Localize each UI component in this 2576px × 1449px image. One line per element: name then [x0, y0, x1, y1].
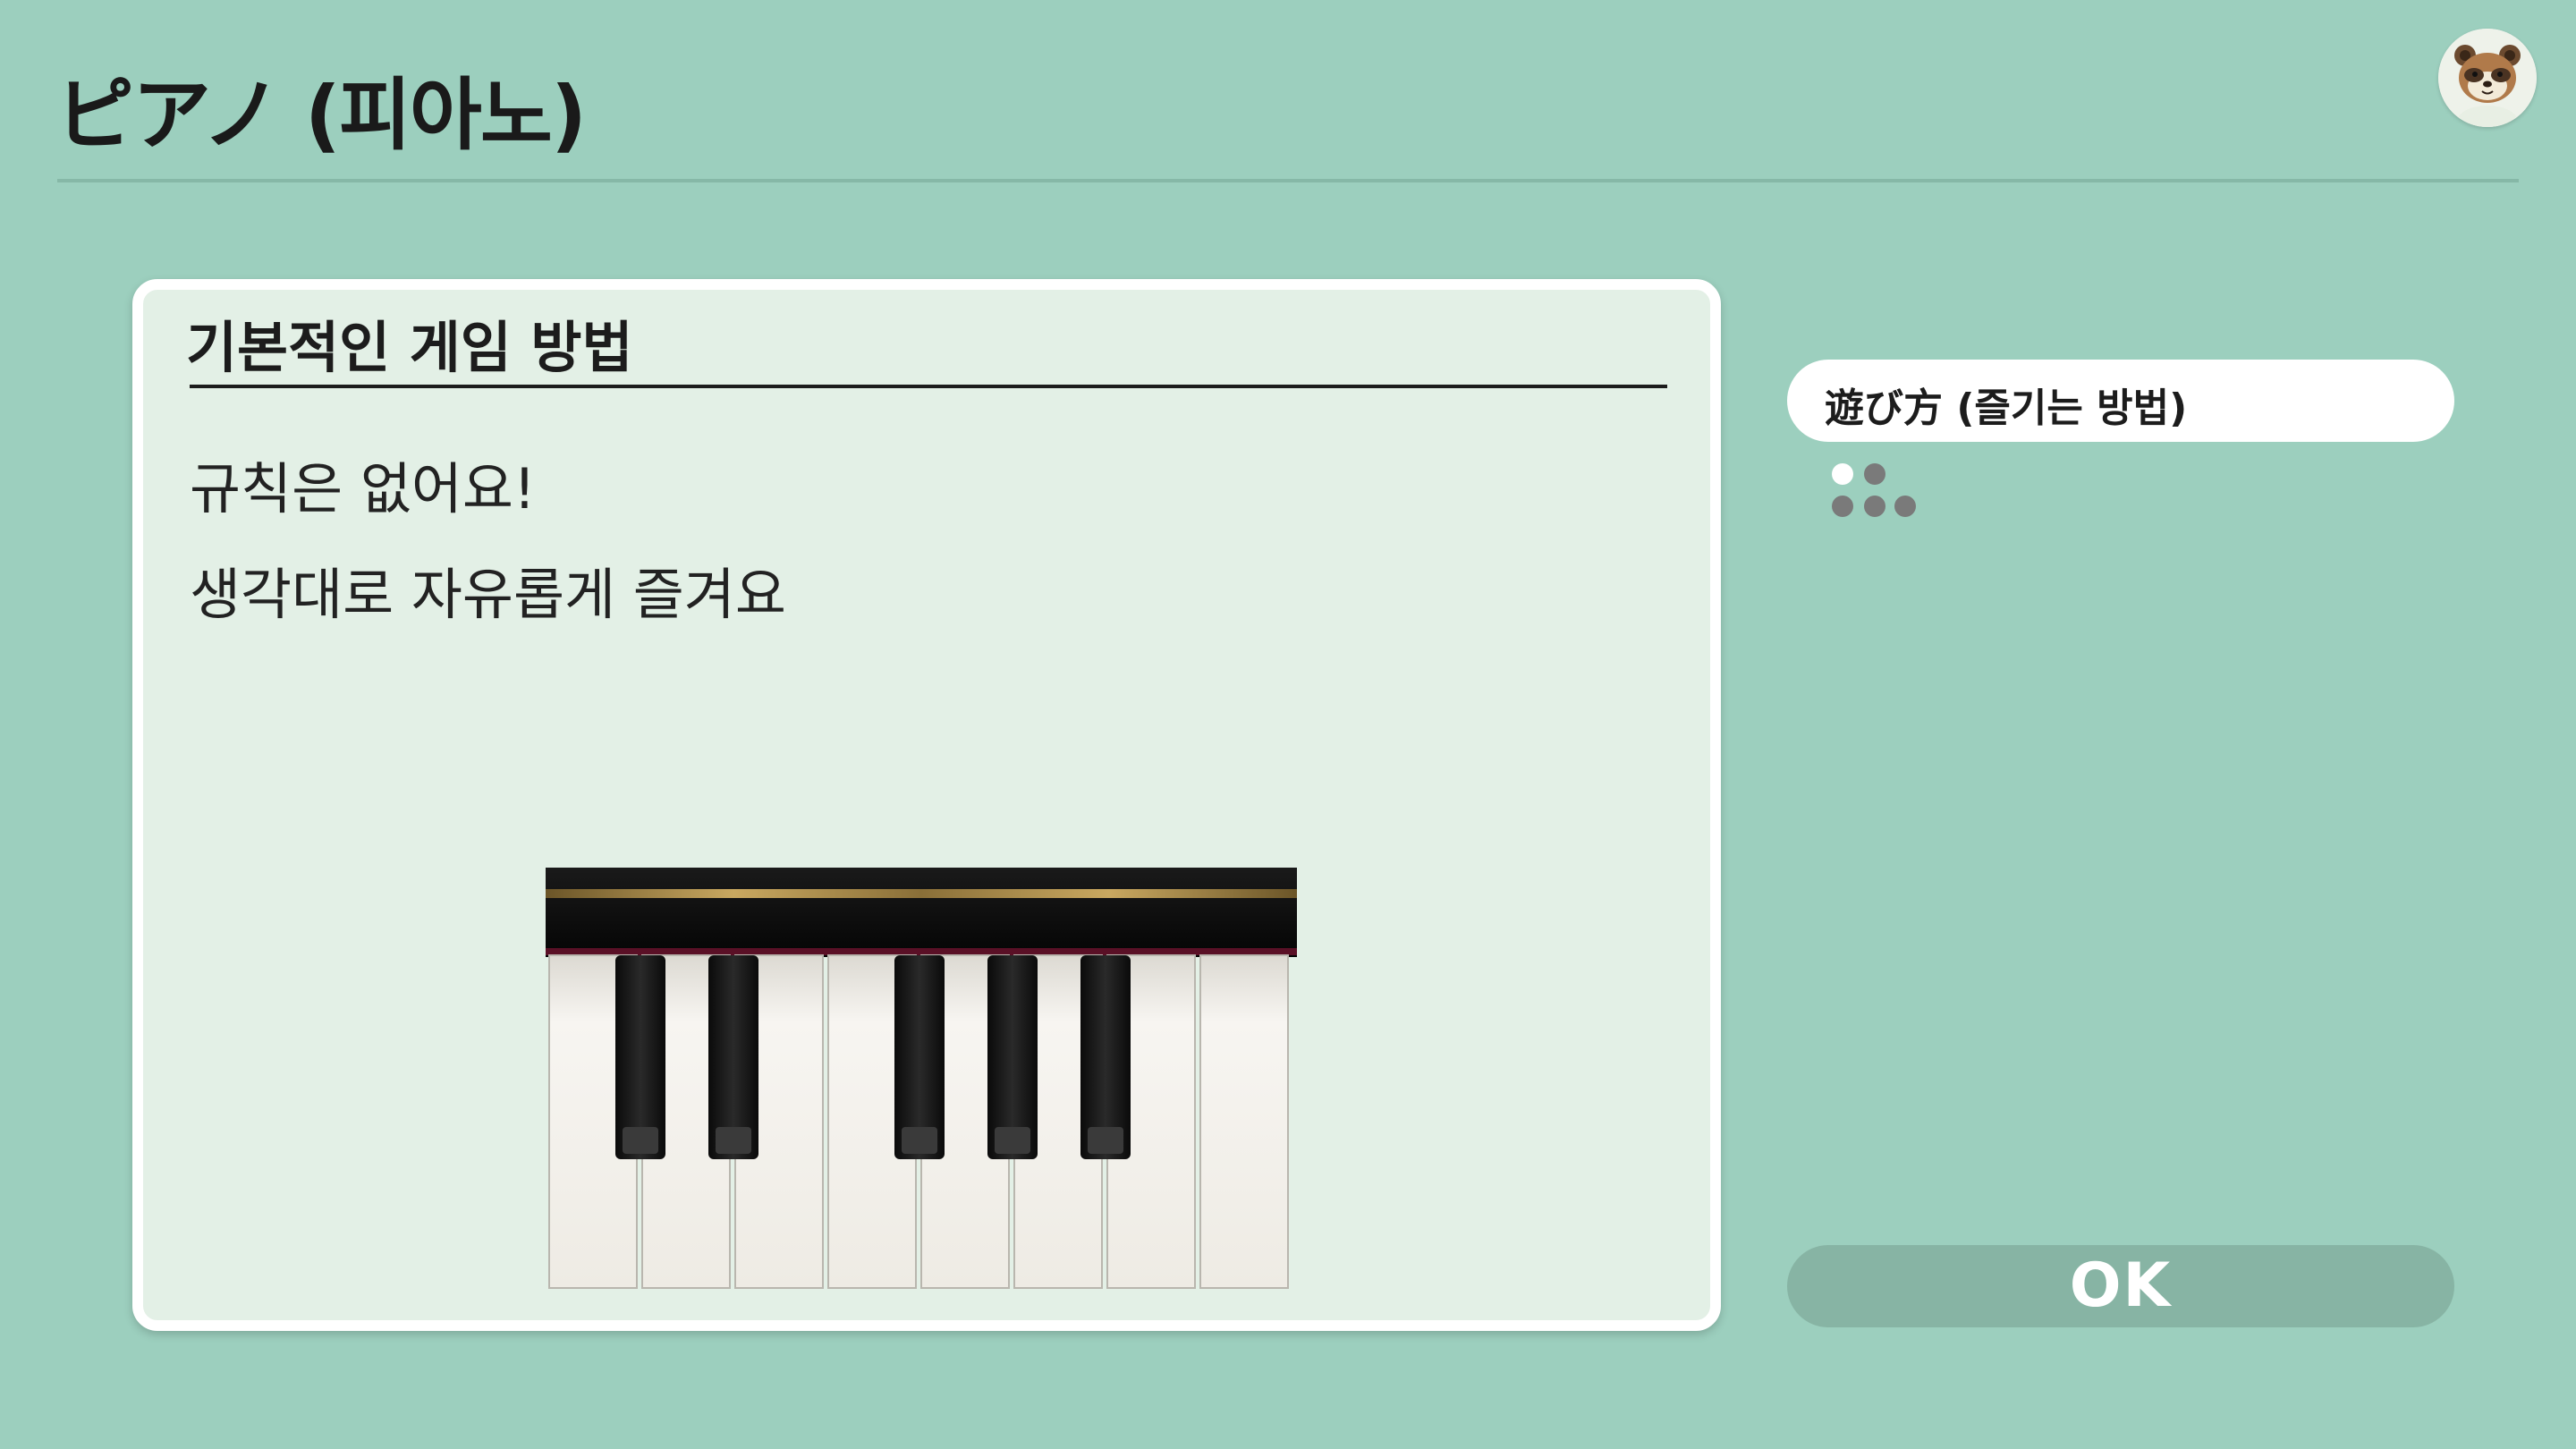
page-dot — [1864, 463, 1885, 485]
card-heading: 기본적인 게임 방법 — [186, 315, 633, 380]
page-title: ピアノ (피아노) — [55, 69, 587, 161]
page-dot-active — [1832, 463, 1853, 485]
title-divider — [57, 179, 2519, 182]
tab-how-to-play-label: 遊び方 (즐기는 방법) — [1825, 386, 2188, 431]
card-divider — [190, 385, 1667, 388]
page-dot — [1894, 496, 1916, 517]
instruction-line: 생각대로 자유롭게 즐겨요 — [190, 562, 786, 627]
piano-illustration — [546, 868, 1297, 1292]
avatar[interactable] — [2438, 29, 2537, 127]
page-dot — [1832, 496, 1853, 517]
ok-button[interactable]: OK — [1787, 1245, 2454, 1327]
piano-keyboard-icon — [546, 868, 1297, 1289]
page-indicator — [1826, 460, 1916, 522]
tom-nook-avatar-icon — [2438, 29, 2537, 127]
instruction-line: 규칙은 없어요! — [190, 456, 536, 521]
page-dot — [1864, 496, 1885, 517]
